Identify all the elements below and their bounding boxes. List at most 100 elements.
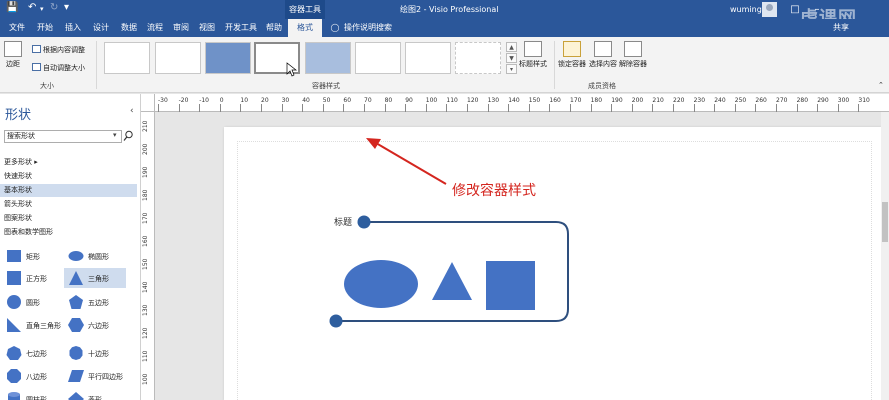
- category-more-shapes[interactable]: 更多形状 ▸: [0, 156, 137, 169]
- ruler-tick-label: 300: [837, 97, 850, 104]
- ribbon-tab-bar: 文件 开始 插入 设计 数据 流程 审阅 视图 开发工具 帮助 格式 ◯ 操作说…: [0, 19, 889, 37]
- ruler-tick-label: 160: [549, 97, 561, 104]
- tab-developer[interactable]: 开发工具: [222, 19, 260, 37]
- container-style-7[interactable]: [405, 42, 451, 74]
- ruler-tick-label: 140: [142, 281, 149, 293]
- category-quick-shapes[interactable]: 快速形状: [0, 170, 137, 183]
- vertical-scrollbar[interactable]: [881, 112, 889, 400]
- circle-icon: [7, 295, 21, 309]
- shape-item-decagon[interactable]: 十边形: [64, 343, 126, 363]
- ruler-tick: [817, 104, 819, 112]
- scrollbar-thumb[interactable]: [882, 202, 888, 242]
- tell-me-search[interactable]: 操作说明搜索: [344, 19, 394, 37]
- ruler-corner: [141, 94, 155, 112]
- horizontal-ruler[interactable]: -30 -20 -10 0 10 20 30 40 50 60 70 80 90 100 110 120 130…: [155, 94, 889, 112]
- ruler-tick: [714, 104, 716, 112]
- ruler-tick: [837, 104, 839, 112]
- shape-item-ellipse[interactable]: 椭圆形: [64, 246, 126, 266]
- search-icon[interactable]: [123, 130, 134, 142]
- ruler-tick-label: 100: [142, 373, 149, 385]
- shape-item-octagon[interactable]: 八边形: [2, 366, 64, 386]
- shapes-panel: 形状 ‹ 搜索形状 ▾ 更多形状 ▸ 快速形状 基本形状 箭头形状 图案形状 图…: [0, 94, 141, 400]
- margins-button[interactable]: 边距: [4, 41, 22, 69]
- tab-data[interactable]: 数据: [116, 19, 142, 37]
- vertical-ruler[interactable]: 210 200 190 180 170 160 150 140 130 120 110 100: [141, 112, 155, 400]
- page-margin-guide: [237, 141, 872, 400]
- avatar[interactable]: [762, 2, 777, 17]
- collapse-ribbon-icon[interactable]: ⌃: [878, 81, 884, 89]
- container-style-1[interactable]: [104, 42, 150, 74]
- undo-icon[interactable]: ↶: [28, 2, 36, 13]
- container-style-5[interactable]: [305, 42, 351, 74]
- heading-style-button[interactable]: 标题样式: [519, 41, 547, 69]
- ruler-tick-label: 230: [693, 97, 706, 104]
- container-style-6[interactable]: [355, 42, 401, 74]
- category-pattern-shapes[interactable]: 图案形状: [0, 212, 137, 225]
- container-style-3[interactable]: [205, 42, 251, 74]
- tab-insert[interactable]: 插入: [60, 19, 86, 37]
- shape-item-triangle[interactable]: 三角形: [64, 268, 126, 288]
- ruler-tick-label: 200: [631, 97, 644, 104]
- ruler-tick: [425, 104, 427, 112]
- shape-item-label: 五边形: [88, 299, 109, 307]
- ruler-tick: [528, 104, 530, 112]
- shape-item-cylinder[interactable]: 圆柱形: [2, 389, 64, 400]
- shape-item-label: 圆柱形: [26, 396, 47, 400]
- container-style-2[interactable]: [155, 42, 201, 74]
- tab-file[interactable]: 文件: [4, 19, 30, 37]
- tab-review[interactable]: 审阅: [168, 19, 194, 37]
- tab-help[interactable]: 帮助: [262, 19, 286, 37]
- ruler-tick: [446, 104, 448, 112]
- select-contents-button[interactable]: 选择内容: [589, 41, 617, 69]
- heading-style-icon: [524, 41, 542, 57]
- shape-item-circle[interactable]: 圆形: [2, 292, 64, 312]
- shape-item-rectangle[interactable]: 矩形: [2, 246, 64, 266]
- fit-to-contents-button[interactable]: 根据内容调整: [32, 45, 85, 55]
- category-basic-shapes[interactable]: 基本形状: [0, 184, 137, 197]
- collapse-panel-icon[interactable]: ‹: [130, 106, 134, 116]
- container-style-4[interactable]: [254, 42, 300, 74]
- ruler-tick-label: 150: [528, 97, 541, 104]
- tab-home[interactable]: 开始: [32, 19, 58, 37]
- ruler-tick-label: 10: [240, 97, 249, 104]
- lock-container-button[interactable]: 锁定容器: [558, 41, 586, 69]
- lightbulb-icon[interactable]: ◯: [330, 19, 340, 37]
- category-arrow-shapes[interactable]: 箭头形状: [0, 198, 137, 211]
- shape-item-hexagon[interactable]: 六边形: [64, 315, 126, 335]
- margins-icon: [4, 41, 22, 57]
- auto-size-button[interactable]: 自动调整大小: [32, 63, 85, 73]
- gallery-more-icon[interactable]: ▾: [506, 64, 517, 74]
- ruler-tick: [158, 104, 159, 112]
- shape-item-right-triangle[interactable]: 直角三角形: [2, 315, 64, 335]
- shape-item-diamond[interactable]: 菱形: [64, 389, 126, 400]
- customize-toolbar-icon[interactable]: ▾: [64, 2, 69, 13]
- gallery-down-icon[interactable]: ▼: [506, 53, 517, 63]
- ruler-tick-label: 200: [142, 143, 149, 155]
- tab-format[interactable]: 格式: [288, 19, 322, 37]
- user-name[interactable]: wuming: [730, 0, 762, 19]
- tab-process[interactable]: 流程: [142, 19, 168, 37]
- category-chart-math-shapes[interactable]: 图表和数学图形: [0, 226, 137, 239]
- group-separator: [554, 41, 555, 89]
- shape-item-square[interactable]: 正方形: [2, 268, 64, 288]
- ruler-tick-label: 240: [714, 97, 726, 104]
- gallery-up-icon[interactable]: ▲: [506, 42, 517, 52]
- shape-item-heptagon[interactable]: 七边形: [2, 343, 64, 363]
- undo-dropdown-icon[interactable]: ▾: [40, 5, 44, 13]
- search-shapes-input[interactable]: 搜索形状: [4, 130, 122, 143]
- ruler-tick-label: 310: [858, 97, 870, 104]
- ruler-tick-label: 140: [508, 97, 520, 104]
- shape-item-parallelogram[interactable]: 平行四边形: [64, 366, 126, 386]
- ruler-tick: [776, 104, 777, 112]
- search-dropdown-icon[interactable]: ▾: [113, 131, 117, 139]
- container-heading[interactable]: 标题: [334, 215, 352, 228]
- redo-icon[interactable]: ↻: [50, 2, 58, 13]
- ruler-tick: [549, 104, 551, 112]
- save-icon[interactable]: 💾: [6, 2, 18, 13]
- container-style-8[interactable]: [455, 42, 501, 74]
- tab-view[interactable]: 视图: [194, 19, 220, 37]
- share-button[interactable]: 共享: [833, 19, 849, 37]
- disband-container-button[interactable]: 解除容器: [619, 41, 647, 69]
- shape-item-pentagon[interactable]: 五边形: [64, 292, 126, 312]
- tab-design[interactable]: 设计: [88, 19, 114, 37]
